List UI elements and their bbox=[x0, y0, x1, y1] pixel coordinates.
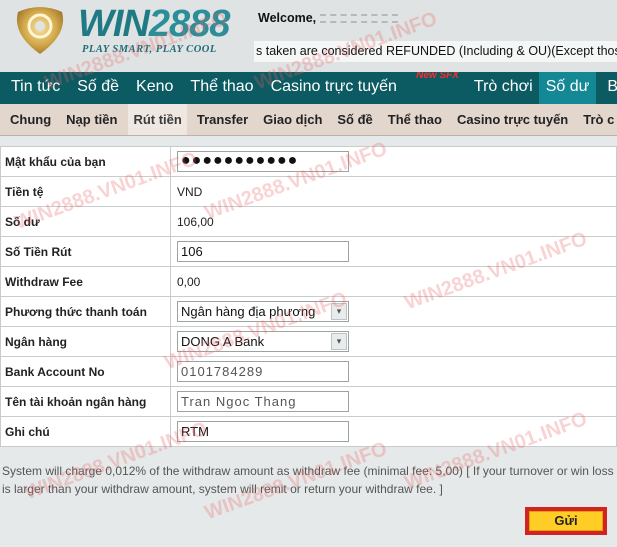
logo-tagline: PLAY SMART, PLAY COOL bbox=[82, 44, 217, 55]
form-row-payment-method: Phương thức thanh toán Ngân hàng địa phư… bbox=[0, 296, 617, 327]
balance-value: 106,00 bbox=[170, 206, 617, 237]
sub-nav-giao-dich[interactable]: Giao dịch bbox=[253, 104, 327, 135]
form-row-account-name: Tên tài khoản ngân hàng Tran Ngoc Thang bbox=[0, 386, 617, 417]
account-no-input[interactable]: 0101784289 bbox=[177, 361, 349, 382]
account-name-label: Tên tài khoản ngân hàng bbox=[0, 386, 171, 417]
chevron-down-icon[interactable]: ▾ bbox=[331, 333, 347, 350]
form-row-password: Mật khẩu của bạn ●●●●●●●●●●● bbox=[0, 146, 617, 177]
sub-nav: Chung Nạp tiền Rút tiền Transfer Giao dị… bbox=[0, 104, 617, 136]
main-nav-keno[interactable]: Keno bbox=[125, 72, 179, 104]
bank-selected: DONG A Bank bbox=[181, 334, 265, 349]
form-row-bank: Ngân hàng DONG A Bank ▾ bbox=[0, 326, 617, 357]
form-row-account-no: Bank Account No 0101784289 bbox=[0, 356, 617, 387]
sub-nav-chung[interactable]: Chung bbox=[0, 104, 56, 135]
account-name-input[interactable]: Tran Ngoc Thang bbox=[177, 391, 349, 412]
password-label: Mật khẩu của bạn bbox=[0, 146, 171, 177]
sub-nav-the-thao[interactable]: Thể thao bbox=[378, 104, 447, 135]
sub-nav-rut-tien[interactable]: Rút tiền bbox=[128, 104, 187, 135]
main-nav-so-du[interactable]: Số dư bbox=[538, 72, 597, 104]
form-row-balance: Số dư 106,00 bbox=[0, 206, 617, 237]
sub-nav-casino[interactable]: Casino trực tuyến bbox=[447, 104, 573, 135]
main-nav-so-de[interactable]: Số đề bbox=[66, 72, 125, 104]
sub-nav-nap-tien[interactable]: Nạp tiền bbox=[56, 104, 122, 135]
main-nav-casino-label: Casino trực tuyến bbox=[270, 78, 397, 95]
submit-highlight: Gửi bbox=[525, 507, 607, 535]
form-row-amount: Số Tiền Rút 106 bbox=[0, 236, 617, 267]
form-row-currency: Tiền tệ VND bbox=[0, 176, 617, 207]
main-nav: Tin tức Số đề Keno Thể thao Casino trực … bbox=[0, 72, 617, 104]
currency-label: Tiền tệ bbox=[0, 176, 171, 207]
payment-method-selected: Ngân hàng địa phương bbox=[181, 304, 316, 319]
note-label: Ghi chú bbox=[0, 416, 171, 447]
note-input[interactable]: RTM bbox=[177, 421, 349, 442]
main-nav-tin-tuc[interactable]: Tin tức bbox=[0, 72, 66, 104]
sub-nav-so-de[interactable]: Số đề bbox=[327, 104, 377, 135]
username-redacted bbox=[320, 14, 399, 24]
news-ticker: s taken are considered REFUNDED (Includi… bbox=[254, 41, 617, 62]
sub-nav-tro-choi[interactable]: Trò c bbox=[573, 104, 617, 135]
payment-method-label: Phương thức thanh toán bbox=[0, 296, 171, 327]
bank-label: Ngân hàng bbox=[0, 326, 171, 357]
chevron-down-icon[interactable]: ▾ bbox=[331, 303, 347, 320]
logo-emblem-icon bbox=[16, 7, 64, 54]
submit-button[interactable]: Gửi bbox=[529, 511, 603, 531]
withdraw-fee-label: Withdraw Fee bbox=[0, 266, 171, 297]
welcome-label: Welcome, bbox=[258, 11, 317, 25]
logo-wordmark: WIN2888 bbox=[78, 3, 230, 45]
welcome-message: Welcome, bbox=[258, 11, 399, 25]
account-no-label: Bank Account No bbox=[0, 356, 171, 387]
payment-method-select[interactable]: Ngân hàng địa phương ▾ bbox=[177, 301, 349, 322]
form-row-note: Ghi chú RTM bbox=[0, 416, 617, 447]
password-input[interactable]: ●●●●●●●●●●● bbox=[177, 151, 349, 172]
site-header: WIN2888 PLAY SMART, PLAY COOL Welcome, s… bbox=[0, 0, 617, 72]
amount-label: Số Tiền Rút bbox=[0, 236, 171, 267]
main-nav-ba[interactable]: Ba bbox=[596, 72, 617, 104]
main-nav-casino[interactable]: Casino trực tuyến New SFX bbox=[260, 72, 459, 104]
balance-label: Số dư bbox=[0, 206, 171, 237]
form-row-fee: Withdraw Fee 0,00 bbox=[0, 266, 617, 297]
withdraw-form: Mật khẩu của bạn ●●●●●●●●●●● Tiền tệ VND… bbox=[0, 146, 617, 447]
fee-notice: System will charge 0,012% of the withdra… bbox=[2, 464, 614, 496]
new-sfx-badge: New SFX bbox=[416, 72, 459, 81]
bank-select[interactable]: DONG A Bank ▾ bbox=[177, 331, 349, 352]
main-nav-tro-choi[interactable]: Trò chơi bbox=[463, 72, 539, 104]
amount-input[interactable]: 106 bbox=[177, 241, 349, 262]
sub-nav-transfer[interactable]: Transfer bbox=[187, 104, 253, 135]
currency-value: VND bbox=[170, 176, 617, 207]
withdraw-fee-value: 0,00 bbox=[170, 266, 617, 297]
main-nav-the-thao[interactable]: Thể thao bbox=[179, 72, 259, 104]
